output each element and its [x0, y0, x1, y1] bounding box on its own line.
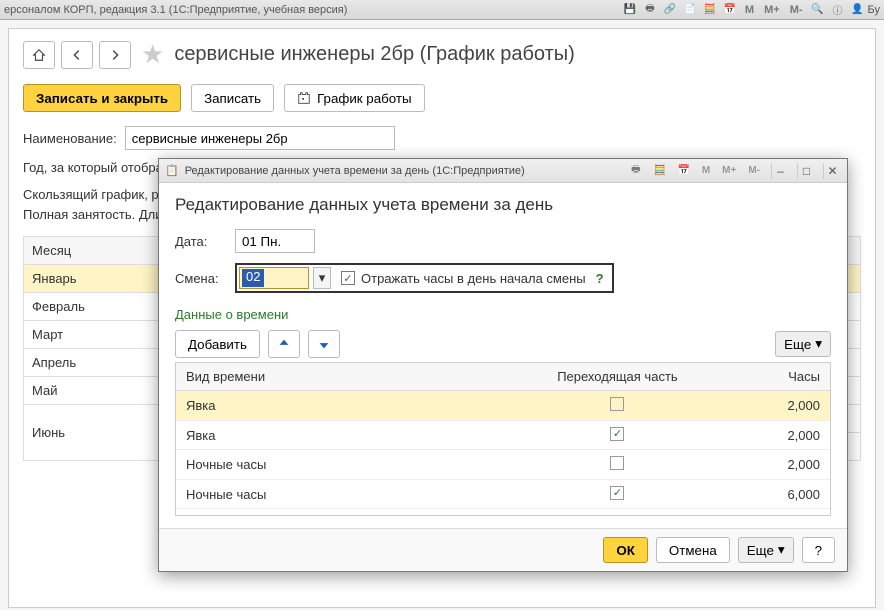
- date-input[interactable]: [235, 229, 315, 253]
- shift-box: 02 ▾ ✓ Отражать часы в день начала смены…: [235, 263, 614, 293]
- info-icon[interactable]: ⓘ: [829, 2, 847, 18]
- col-hours: Часы: [699, 363, 830, 391]
- dlg-calc-icon[interactable]: 🧮: [651, 163, 669, 179]
- table-toolbar: Добавить Еще ▾: [175, 330, 831, 358]
- name-input[interactable]: [125, 126, 395, 150]
- reflect-area: ✓ Отражать часы в день начала смены ?: [335, 271, 610, 286]
- rollover-checkbox[interactable]: [610, 427, 624, 441]
- calendar-icon[interactable]: 📅: [721, 2, 739, 18]
- memory-mminus[interactable]: M-: [786, 2, 807, 18]
- more-button[interactable]: Еще ▾: [775, 331, 831, 357]
- shift-label: Смена:: [175, 271, 225, 286]
- shift-dropdown-icon[interactable]: ▾: [313, 267, 331, 289]
- dlg-print-icon[interactable]: 🖶: [627, 163, 645, 179]
- cancel-button[interactable]: Отмена: [656, 537, 730, 563]
- doc-icon[interactable]: 📄: [681, 2, 699, 18]
- dialog-body: Редактирование данных учета времени за д…: [159, 183, 847, 528]
- page-title: сервисные инженеры 2бр (График работы): [174, 43, 574, 66]
- table-row[interactable]: Явка 2,000: [176, 421, 830, 450]
- link-icon[interactable]: 🔗: [661, 2, 679, 18]
- reflect-help-icon[interactable]: ?: [596, 271, 604, 286]
- dlg-memory-mplus[interactable]: M+: [719, 163, 739, 179]
- reflect-label: Отражать часы в день начала смены: [361, 271, 586, 286]
- memory-mplus[interactable]: M+: [760, 2, 784, 18]
- dialog-close-icon[interactable]: ✕: [823, 163, 841, 179]
- dialog-maximize-icon[interactable]: □: [797, 163, 815, 179]
- dlg-memory-mminus[interactable]: M-: [745, 163, 763, 179]
- date-label: Дата:: [175, 234, 225, 249]
- dialog-app-icon: 📋: [165, 164, 179, 177]
- back-button[interactable]: [61, 41, 93, 69]
- ok-button[interactable]: ОК: [603, 537, 648, 563]
- move-up-button[interactable]: [268, 330, 300, 358]
- shift-select[interactable]: 02: [239, 267, 309, 289]
- name-row: Наименование:: [23, 126, 861, 150]
- rollover-checkbox[interactable]: [610, 486, 624, 500]
- user-icon[interactable]: 👤: [849, 2, 867, 18]
- table-row[interactable]: Ночные часы 2,000: [176, 450, 830, 480]
- move-down-button[interactable]: [308, 330, 340, 358]
- home-button[interactable]: [23, 41, 55, 69]
- dialog-footer: ОК Отмена Еще▾ ?: [159, 528, 847, 571]
- more-label: Еще: [784, 337, 811, 352]
- user-suffix: Бу: [868, 4, 880, 16]
- header-row: ★ сервисные инженеры 2бр (График работы): [23, 39, 861, 70]
- dialog-title-text: Редактирование данных учета времени за д…: [185, 165, 621, 177]
- favorite-star-icon[interactable]: ★: [141, 39, 164, 70]
- calc-icon[interactable]: 🧮: [701, 2, 719, 18]
- chevron-down-icon: ▾: [815, 336, 822, 352]
- name-label: Наименование:: [23, 131, 117, 146]
- save-disk-icon[interactable]: 💾: [621, 2, 639, 18]
- save-button[interactable]: Записать: [191, 84, 274, 112]
- chevron-down-icon: ▾: [778, 542, 785, 558]
- schedule-button-label: График работы: [317, 91, 412, 106]
- col-kind: Вид времени: [176, 363, 536, 391]
- print-icon[interactable]: 🖶: [641, 2, 659, 18]
- date-row: Дата:: [175, 229, 831, 253]
- col-rollover: Переходящая часть: [536, 363, 700, 391]
- time-data-table: Вид времени Переходящая часть Часы Явка …: [175, 362, 831, 516]
- time-data-section-link[interactable]: Данные о времени: [175, 307, 831, 322]
- table-row[interactable]: Ночные часы 6,000: [176, 480, 830, 509]
- save-close-button[interactable]: Записать и закрыть: [23, 84, 181, 112]
- rollover-checkbox[interactable]: [610, 456, 624, 470]
- dialog-minimize-icon[interactable]: –: [771, 163, 789, 179]
- app-top-bar: ерсоналом КОРП, редакция 3.1 (1С:Предпри…: [0, 0, 884, 20]
- schedule-button[interactable]: График работы: [284, 84, 425, 112]
- year-label: Год, за который отобра: [23, 160, 163, 175]
- forward-button[interactable]: [99, 41, 131, 69]
- rollover-checkbox[interactable]: [610, 397, 624, 411]
- shift-row: Смена: 02 ▾ ✓ Отражать часы в день начал…: [175, 263, 831, 293]
- action-button-row: Записать и закрыть Записать График работ…: [23, 84, 861, 112]
- edit-day-dialog: 📋 Редактирование данных учета времени за…: [158, 158, 848, 572]
- dialog-heading: Редактирование данных учета времени за д…: [175, 195, 831, 215]
- shift-value: 02: [242, 269, 264, 287]
- reflect-checkbox[interactable]: ✓: [341, 271, 355, 285]
- memory-m[interactable]: M: [741, 2, 758, 18]
- app-title: ерсоналом КОРП, редакция 3.1 (1С:Предпри…: [4, 4, 620, 16]
- footer-more-button[interactable]: Еще▾: [738, 537, 794, 563]
- help-button[interactable]: ?: [802, 537, 835, 563]
- add-button[interactable]: Добавить: [175, 330, 260, 358]
- zoom-icon[interactable]: 🔍: [809, 2, 827, 18]
- dialog-titlebar: 📋 Редактирование данных учета времени за…: [159, 159, 847, 183]
- dlg-memory-m[interactable]: M: [699, 163, 713, 179]
- table-row[interactable]: Явка 2,000: [176, 391, 830, 421]
- dlg-calendar-icon[interactable]: 📅: [675, 163, 693, 179]
